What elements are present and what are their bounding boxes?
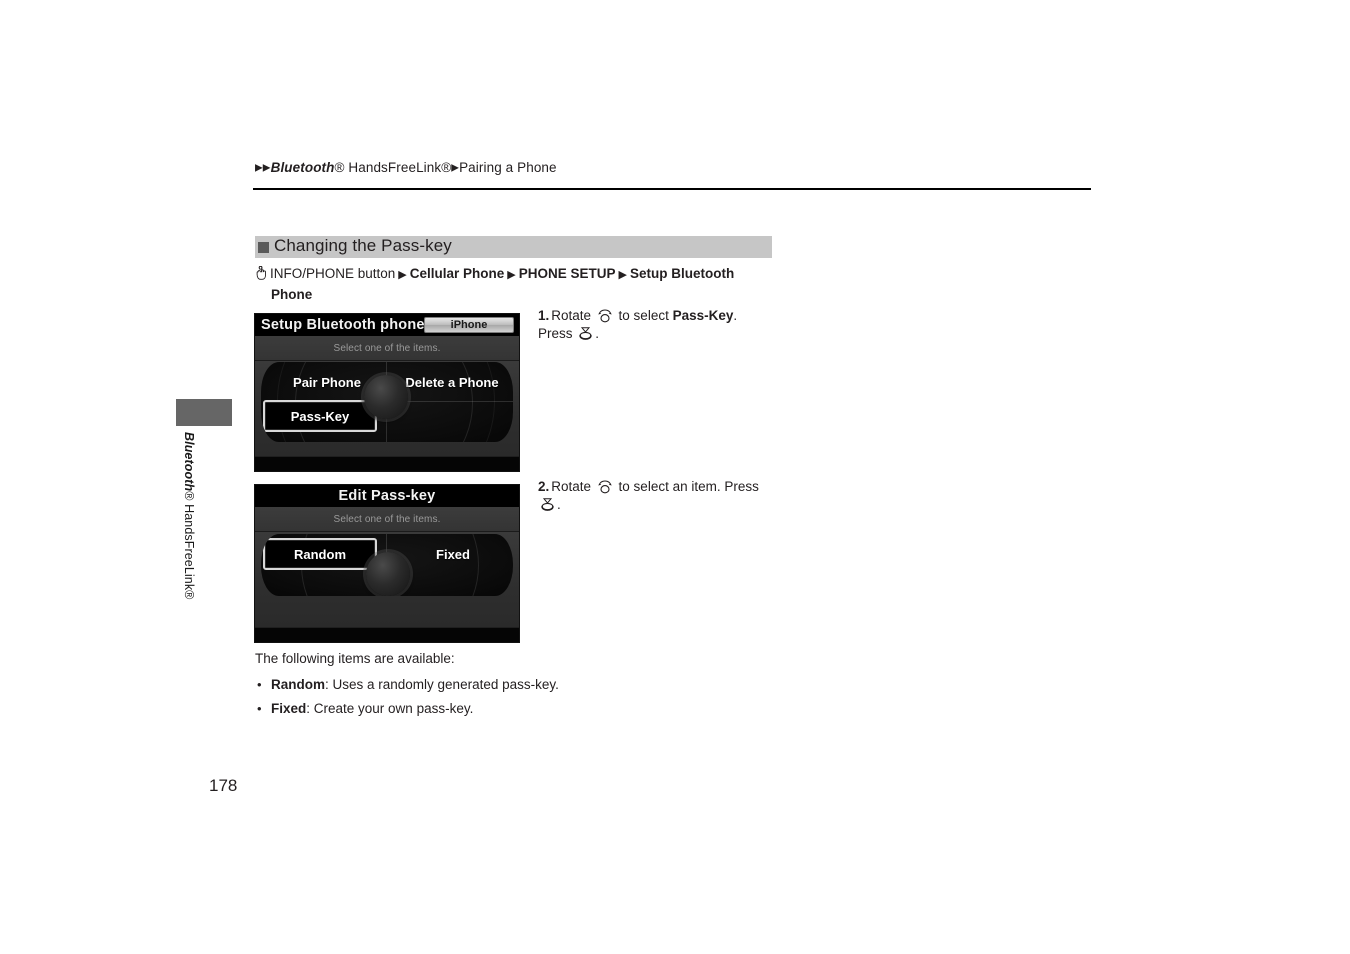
- nav-path-step-setup-bluetooth-cont: Phone: [271, 286, 313, 302]
- section-header: Changing the Pass-key: [255, 236, 772, 258]
- step-text-select: to select: [614, 308, 673, 323]
- nav-screen-body: Pair Phone Delete a Phone Pass-Key: [255, 361, 519, 457]
- rotary-knob-graphic: [366, 552, 410, 596]
- phone-name-badge: iPhone: [424, 317, 514, 333]
- nav-screen-titlebar: Setup Bluetooth phone iPhone: [255, 314, 519, 336]
- nav-screen-bottombar: [255, 627, 519, 642]
- side-tab-label-bluetooth: Bluetooth: [182, 432, 196, 492]
- step-text-period: .: [733, 308, 738, 323]
- nav-screen-title: Edit Pass-key: [338, 488, 436, 504]
- nav-screen-subbar: Select one of the items.: [255, 507, 519, 532]
- rotary-knob-graphic: [364, 375, 408, 419]
- nav-screen-setup-bluetooth-phone: Setup Bluetooth phone iPhone Select one …: [254, 313, 520, 472]
- step-text-rotate: Rotate: [551, 479, 595, 494]
- step-text-select-item: to select an item. Press: [614, 479, 759, 494]
- nav-arrow-icon: ▶: [507, 268, 516, 281]
- nav-screen-edit-pass-key: Edit Pass-key Select one of the items. R…: [254, 484, 520, 643]
- breadcrumb-segment-bluetooth: Bluetooth: [270, 160, 335, 175]
- step-target-pass-key: Pass-Key: [672, 308, 734, 323]
- rotate-knob-icon: [596, 479, 614, 494]
- nav-item-random[interactable]: Random: [263, 538, 377, 570]
- instruction-step-2: 2. Rotate to select an item. Press .: [538, 478, 788, 514]
- breadcrumb-segment-handsfreelink: ® HandsFreeLink®: [334, 160, 452, 175]
- list-item-desc-random: : Uses a randomly generated pass-key.: [325, 677, 559, 692]
- breadcrumb-triangle-icon: ▶: [255, 162, 263, 174]
- side-tab-marker: [176, 399, 232, 426]
- side-tab-label: Bluetooth® HandsFreeLink®: [176, 432, 196, 672]
- hand-press-icon: [255, 265, 268, 281]
- nav-screen-subtitle: Select one of the items.: [333, 513, 441, 525]
- instruction-step-1: 1. Rotate to select Pass-Key. Press .: [538, 307, 788, 343]
- nav-arrow-icon: ▶: [618, 268, 628, 281]
- step-text-rotate: Rotate: [551, 308, 595, 323]
- nav-screen-subtitle: Select one of the items.: [333, 342, 441, 354]
- section-header-title: Changing the Pass-key: [274, 236, 452, 255]
- list-item-term-fixed: Fixed: [271, 701, 307, 716]
- nav-screen-title: Setup Bluetooth phone: [261, 317, 425, 333]
- step-text-end: .: [595, 326, 600, 341]
- breadcrumb-triangle-icon: ▶: [451, 162, 460, 174]
- rotate-knob-icon: [596, 308, 614, 323]
- list-item: Fixed: Create your own pass-key.: [255, 697, 775, 721]
- list-item-term-random: Random: [271, 677, 325, 692]
- page-number: 178: [209, 776, 238, 795]
- available-items-lead: The following items are available:: [255, 651, 455, 666]
- step-number: 2.: [538, 479, 550, 494]
- nav-item-delete-a-phone[interactable]: Delete a Phone: [393, 368, 511, 396]
- nav-arrow-icon: ▶: [398, 268, 407, 281]
- list-item-desc-fixed: : Create your own pass-key.: [306, 701, 474, 716]
- press-knob-icon: [539, 498, 556, 512]
- breadcrumb: ▶▶Bluetooth® HandsFreeLink®▶Pairing a Ph…: [255, 160, 557, 175]
- step-text-press: Press: [538, 326, 577, 341]
- breadcrumb-triangle-icon: ▶: [262, 162, 271, 174]
- nav-item-fixed[interactable]: Fixed: [395, 538, 511, 570]
- nav-screen-body: Random Fixed: [255, 532, 519, 628]
- nav-item-pair-phone[interactable]: Pair Phone: [275, 368, 379, 396]
- nav-screen-bottombar: [255, 456, 519, 471]
- side-tab-label-rest: ® HandsFreeLink®: [182, 491, 196, 600]
- square-bullet-icon: [258, 241, 269, 253]
- nav-screen-item-panel: Pair Phone Delete a Phone Pass-Key: [261, 362, 513, 442]
- step-number: 1.: [538, 308, 550, 323]
- available-items-list: Random: Uses a randomly generated pass-k…: [255, 673, 775, 721]
- nav-item-pass-key[interactable]: Pass-Key: [263, 400, 377, 432]
- nav-screen-subbar: Select one of the items.: [255, 336, 519, 361]
- nav-path-button: INFO/PHONE button: [270, 266, 396, 281]
- nav-path-step-phone-setup: PHONE SETUP: [518, 266, 616, 281]
- header-divider: [253, 188, 1091, 190]
- nav-path-step-setup-bluetooth: Setup Bluetooth: [630, 266, 735, 281]
- breadcrumb-segment-pairing: Pairing a Phone: [459, 160, 557, 175]
- list-item: Random: Uses a randomly generated pass-k…: [255, 673, 775, 697]
- navigation-path: INFO/PHONE button ▶ Cellular Phone ▶ PHONE S…: [255, 264, 795, 304]
- nav-screen-titlebar: Edit Pass-key: [255, 485, 519, 507]
- press-knob-icon: [577, 327, 594, 341]
- step-text-end: .: [557, 497, 561, 512]
- nav-screen-item-panel: Random Fixed: [261, 534, 513, 596]
- nav-path-step-cellular-phone: Cellular Phone: [409, 266, 505, 281]
